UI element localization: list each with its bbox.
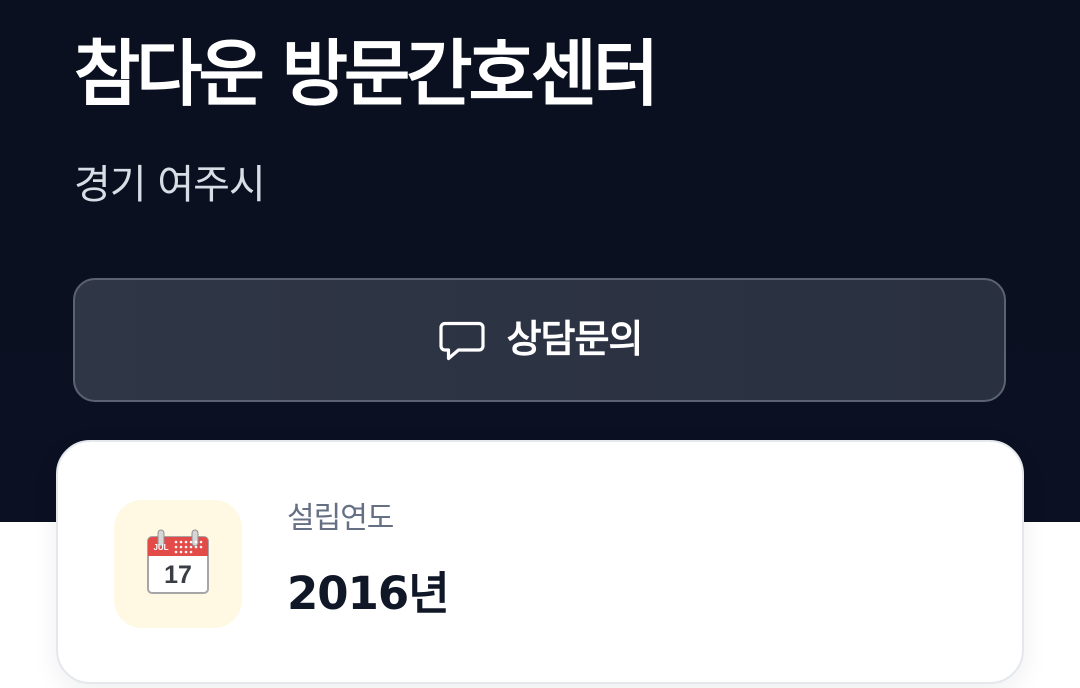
founding-year-card: JUL 17 설립연도 2016년 [56,440,1024,684]
message-square-icon [438,321,485,361]
calendar-icon-tile: JUL 17 [114,500,242,628]
calendar-day: 17 [164,561,192,589]
calendar-icon: JUL 17 [147,529,209,594]
consult-button[interactable]: 상담문의 [73,278,1006,402]
location-text: 경기 여주시 [74,162,266,208]
page-title: 참다운 방문간호센터 [74,32,659,116]
founding-year-value: 2016년 [287,567,450,620]
calendar-month: JUL [153,543,168,552]
founding-year-label: 설립연도 [287,501,394,536]
consult-button-label: 상담문의 [506,319,644,361]
